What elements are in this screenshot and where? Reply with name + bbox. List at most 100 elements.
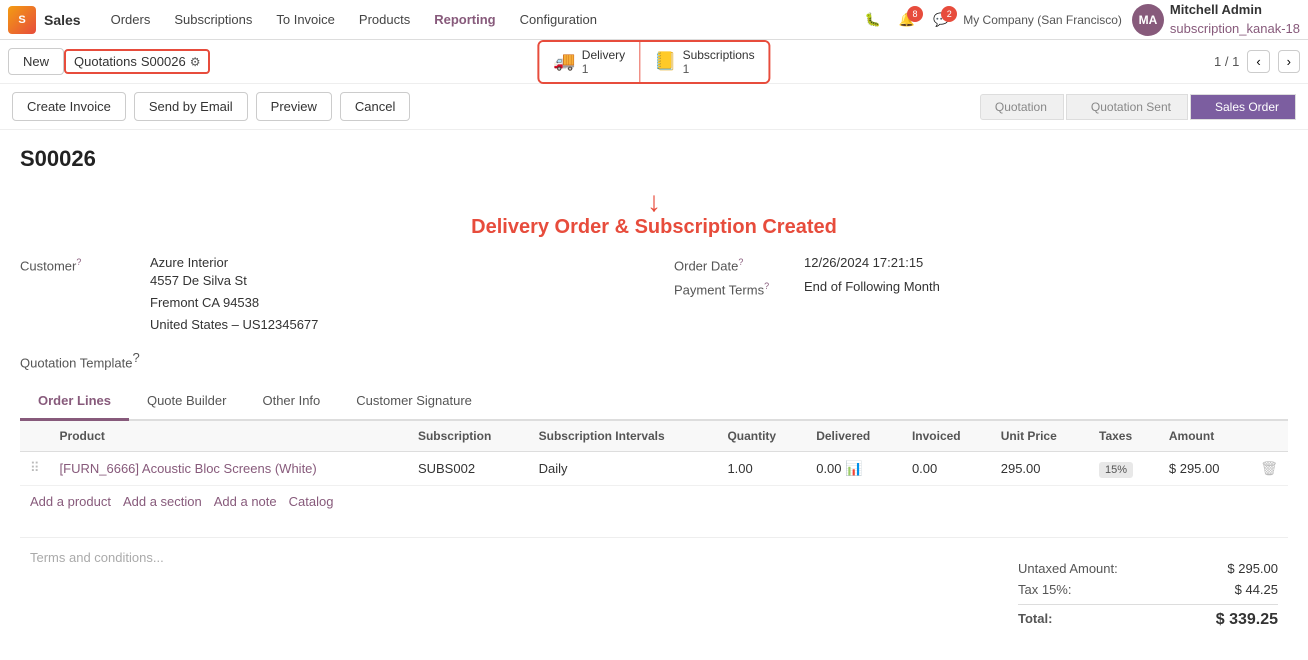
notification-badge: 8 <box>907 6 923 22</box>
delivery-info: Delivery 1 <box>582 48 625 76</box>
app-name[interactable]: Sales <box>44 12 81 28</box>
nav-configuration[interactable]: Configuration <box>510 6 607 33</box>
user-menu[interactable]: MA Mitchell Admin subscription_kanak-18 <box>1132 1 1300 37</box>
unit-price-cell[interactable]: 295.00 <box>991 451 1089 485</box>
order-date-field: Order Date? 12/26/2024 17:21:15 <box>674 255 1288 273</box>
subscriptions-smart-btn[interactable]: 📒 Subscriptions 1 <box>640 42 768 82</box>
quotation-template-label: Quotation Template? <box>20 350 170 370</box>
step-quotation-sent[interactable]: Quotation Sent <box>1066 94 1188 120</box>
tax-label: Tax 15%: <box>1018 582 1071 597</box>
notification-btn[interactable]: 🔔 8 <box>895 8 919 32</box>
toolbar: Create Invoice Send by Email Preview Can… <box>0 84 1308 130</box>
form-fields: Customer? Azure Interior 4557 De Silva S… <box>20 255 1288 342</box>
tax-badge[interactable]: 15% <box>1099 462 1133 478</box>
main-content: S00026 ↓ Delivery Order & Subscription C… <box>0 130 1308 660</box>
tab-other-info[interactable]: Other Info <box>244 383 338 421</box>
subscription-intervals-cell[interactable]: Daily <box>529 451 718 485</box>
col-amount: Amount <box>1159 421 1250 452</box>
new-button[interactable]: New <box>8 48 64 75</box>
customer-name[interactable]: Azure Interior <box>150 255 318 270</box>
nav-subscriptions[interactable]: Subscriptions <box>164 6 262 33</box>
nav-reporting[interactable]: Reporting <box>424 6 505 33</box>
subscription-cell[interactable]: SUBS002 <box>408 451 529 485</box>
product-link[interactable]: [FURN_6666] Acoustic Bloc Screens (White… <box>60 461 317 476</box>
nav-products[interactable]: Products <box>349 6 420 33</box>
quantity-cell[interactable]: 1.00 <box>717 451 806 485</box>
catalog-link[interactable]: Catalog <box>289 494 334 509</box>
order-title: S00026 <box>20 146 1288 172</box>
tab-quote-builder[interactable]: Quote Builder <box>129 383 245 421</box>
payment-terms-label: Payment Terms? <box>674 279 804 297</box>
add-row: Add a product Add a section Add a note C… <box>20 486 1288 517</box>
help-icon-payment[interactable]: ? <box>764 281 769 291</box>
product-name-cell[interactable]: [FURN_6666] Acoustic Bloc Screens (White… <box>50 451 408 485</box>
col-delete <box>1250 421 1288 452</box>
col-quantity: Quantity <box>717 421 806 452</box>
col-subscription: Subscription <box>408 421 529 452</box>
cancel-btn[interactable]: Cancel <box>340 92 410 121</box>
app-logo[interactable]: S <box>8 6 36 34</box>
col-drag <box>20 421 50 452</box>
taxes-cell[interactable]: 15% <box>1089 451 1159 485</box>
bug-icon-btn[interactable]: 🐛 <box>861 8 885 32</box>
payment-terms-field: Payment Terms? End of Following Month <box>674 279 1288 297</box>
subscriptions-count: 1 <box>683 62 755 76</box>
bug-icon: 🐛 <box>865 12 881 27</box>
addr-line2: Fremont CA 94538 <box>150 292 318 314</box>
send-by-email-btn[interactable]: Send by Email <box>134 92 248 121</box>
delivery-label: Delivery <box>582 48 625 62</box>
customer-field: Customer? Azure Interior 4557 De Silva S… <box>20 255 634 336</box>
company-name: My Company (San Francisco) <box>963 13 1122 27</box>
step-quotation[interactable]: Quotation <box>980 94 1064 120</box>
user-subtitle: subscription_kanak-18 <box>1170 20 1300 38</box>
payment-terms-value[interactable]: End of Following Month <box>804 279 940 294</box>
delete-row-icon[interactable]: 🗑 <box>1260 460 1278 476</box>
help-icon-template[interactable]: ? <box>133 350 140 365</box>
chat-btn[interactable]: 💬 2 <box>929 8 953 32</box>
customer-address: 4557 De Silva St Fremont CA 94538 United… <box>150 270 318 336</box>
tab-order-lines[interactable]: Order Lines <box>20 383 129 421</box>
nav-to-invoice[interactable]: To Invoice <box>266 6 345 33</box>
quotation-template-row: Quotation Template? <box>20 350 1288 370</box>
breadcrumb[interactable]: Quotations S00026 ⚙ <box>64 49 210 74</box>
help-icon-customer[interactable]: ? <box>76 257 81 267</box>
nav-right: 🐛 🔔 8 💬 2 My Company (San Francisco) MA … <box>861 1 1300 37</box>
subscriptions-info: Subscriptions 1 <box>683 48 755 76</box>
add-product-link[interactable]: Add a product <box>30 494 111 509</box>
status-bar: Quotation Quotation Sent Sales Order <box>978 94 1296 120</box>
help-icon-date[interactable]: ? <box>738 257 743 267</box>
top-nav: S Sales Orders Subscriptions To Invoice … <box>0 0 1308 40</box>
total-label: Total: <box>1018 611 1052 629</box>
create-invoice-btn[interactable]: Create Invoice <box>12 92 126 121</box>
tab-customer-signature[interactable]: Customer Signature <box>338 383 490 421</box>
add-note-link[interactable]: Add a note <box>214 494 277 509</box>
order-date-value[interactable]: 12/26/2024 17:21:15 <box>804 255 923 270</box>
user-info: Mitchell Admin subscription_kanak-18 <box>1170 1 1300 37</box>
pagination-info: 1 / 1 <box>1214 54 1239 69</box>
col-product: Product <box>50 421 408 452</box>
delete-cell[interactable]: 🗑 <box>1250 451 1288 485</box>
add-section-link[interactable]: Add a section <box>123 494 202 509</box>
tax-row: Tax 15%: $ 44.25 <box>1018 579 1278 600</box>
prev-record-btn[interactable]: ‹ <box>1247 50 1269 73</box>
annotation-text: Delivery Order & Subscription Created <box>471 216 837 238</box>
col-subscription-intervals: Subscription Intervals <box>529 421 718 452</box>
preview-btn[interactable]: Preview <box>256 92 332 121</box>
next-record-btn[interactable]: › <box>1278 50 1300 73</box>
breadcrumb-label: Quotations <box>74 54 137 69</box>
order-date-label: Order Date? <box>674 255 804 273</box>
gear-icon[interactable]: ⚙ <box>190 55 201 69</box>
chart-icon[interactable]: 📊 <box>845 460 862 476</box>
drag-handle[interactable]: ⠿ <box>20 451 50 485</box>
tax-value: $ 44.25 <box>1235 582 1278 597</box>
delivery-smart-btn[interactable]: 🚚 Delivery 1 <box>539 42 640 82</box>
col-invoiced: Invoiced <box>902 421 991 452</box>
pagination-area: 1 / 1 ‹ › <box>1214 50 1300 73</box>
delivery-icon: 🚚 <box>553 51 575 72</box>
nav-orders[interactable]: Orders <box>101 6 161 33</box>
terms-field[interactable]: Terms and conditions... <box>30 550 164 565</box>
table-row: ⠿ [FURN_6666] Acoustic Bloc Screens (Whi… <box>20 451 1288 485</box>
subscriptions-label: Subscriptions <box>683 48 755 62</box>
step-sales-order[interactable]: Sales Order <box>1190 94 1296 120</box>
invoiced-cell[interactable]: 0.00 <box>902 451 991 485</box>
